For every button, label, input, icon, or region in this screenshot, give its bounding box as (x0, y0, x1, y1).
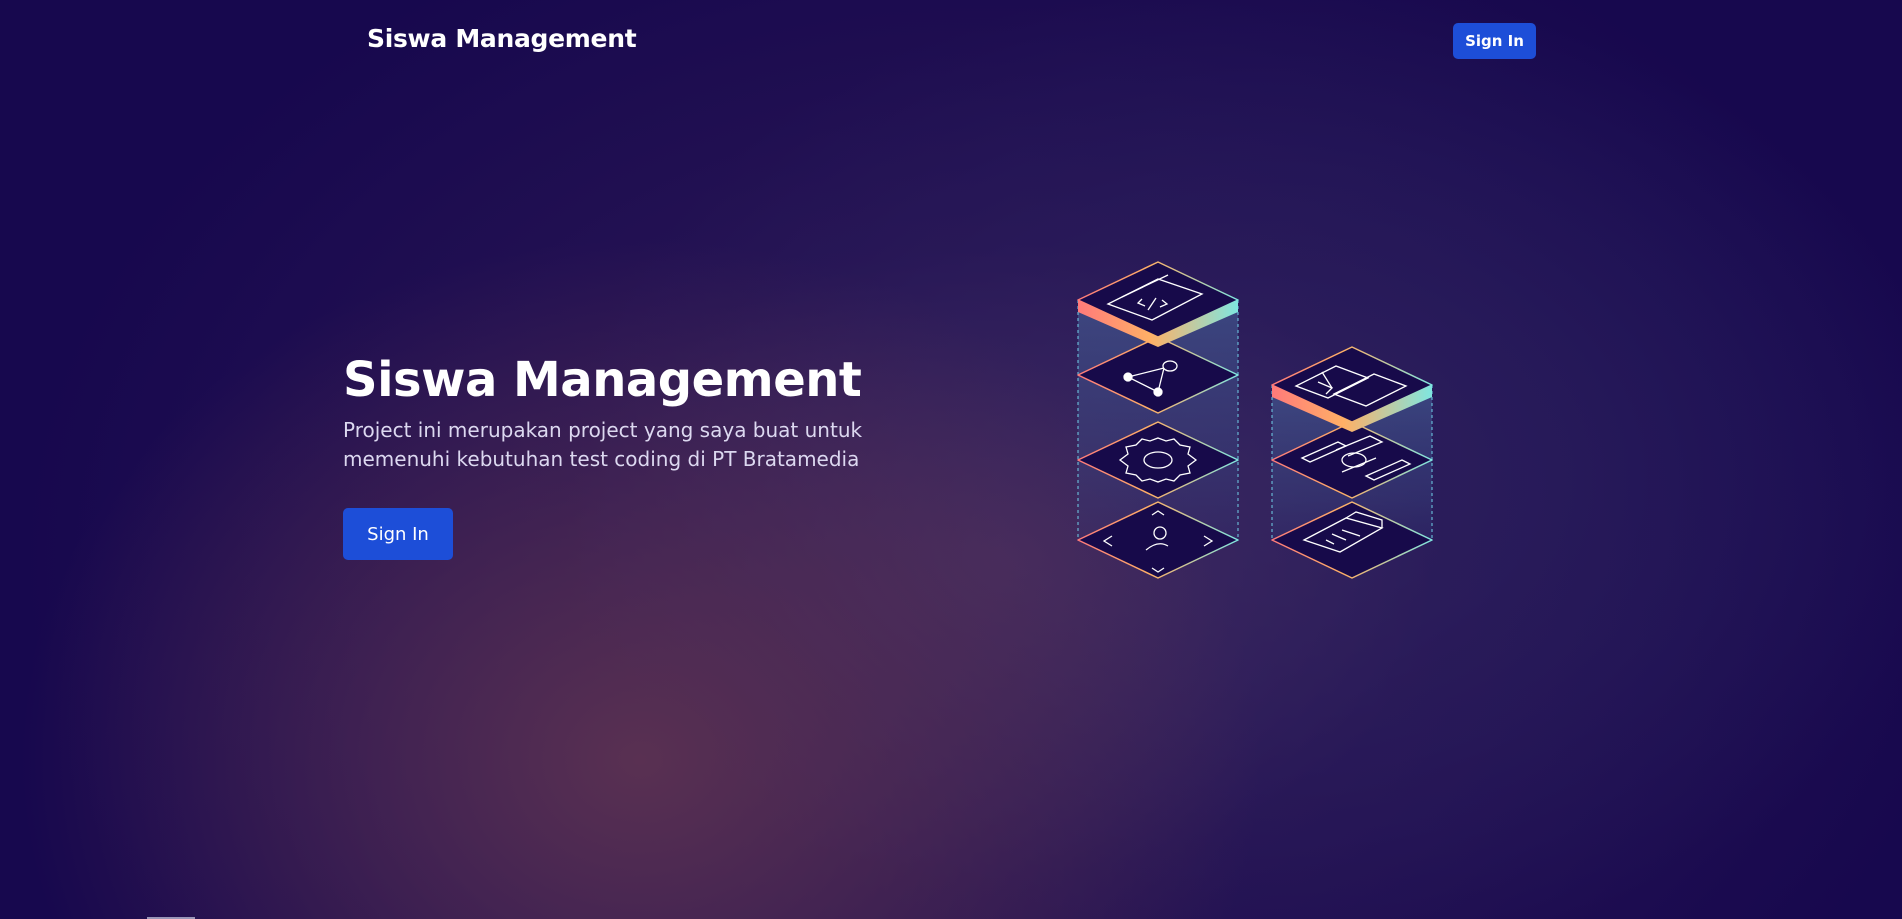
hero-title: Siswa Management (343, 352, 862, 408)
isometric-illustration (1077, 261, 1433, 579)
navbar: Siswa Management Sign In (0, 0, 1902, 80)
nav-signin-button[interactable]: Sign In (1453, 23, 1536, 59)
hero-signin-button[interactable]: Sign In (343, 508, 453, 560)
hero-section: Siswa Management Project ini merupakan p… (343, 350, 963, 560)
brand-logo[interactable]: Siswa Management (367, 24, 637, 53)
hero-description: Project ini merupakan project yang saya … (343, 418, 863, 471)
